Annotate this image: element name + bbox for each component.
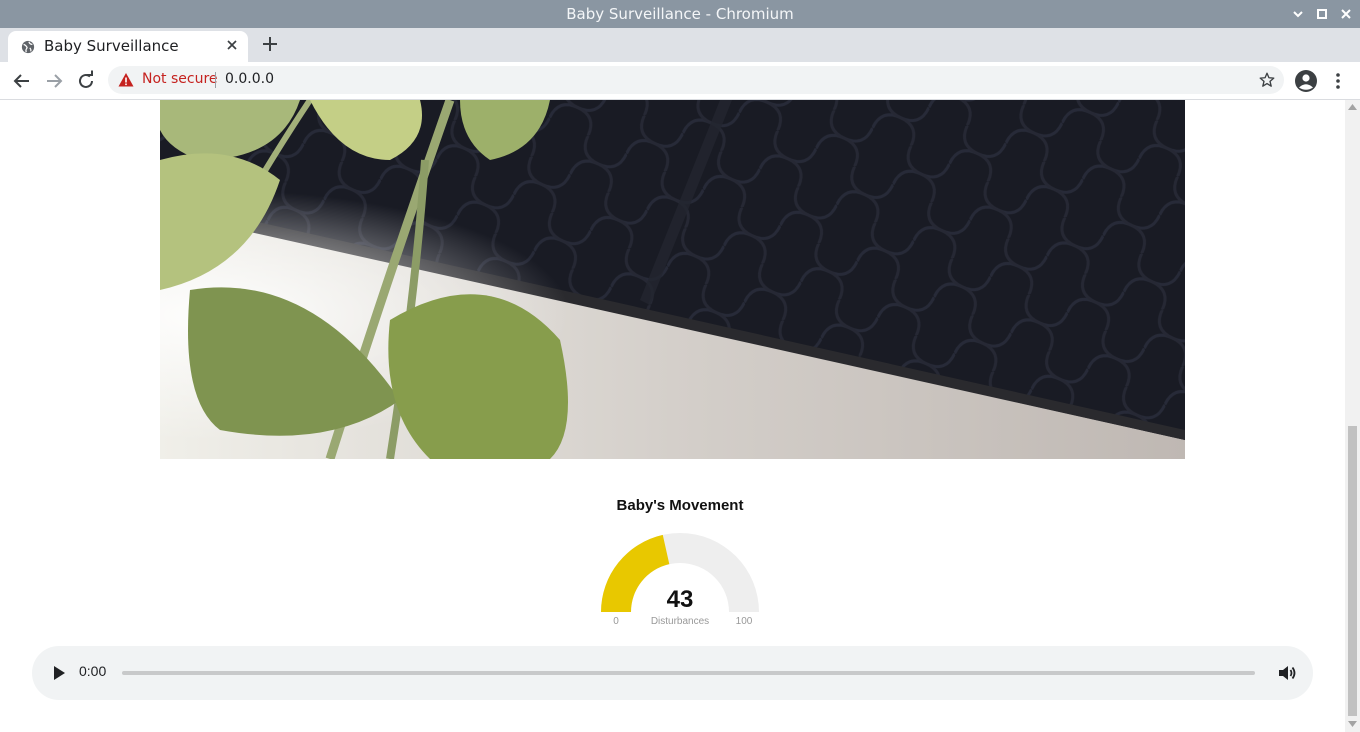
kebab-menu-icon[interactable] (1330, 69, 1346, 93)
gauge-value: 43 (666, 586, 694, 613)
security-label[interactable]: Not secure (142, 71, 218, 87)
movement-gauge (601, 533, 759, 612)
maximize-icon[interactable] (1314, 6, 1330, 22)
gauge-unit-label: Disturbances (650, 616, 710, 627)
address-bar[interactable]: Not secure 0.0.0.0 (108, 66, 1284, 94)
forward-arrow-icon[interactable] (42, 69, 66, 93)
audio-progress-bar[interactable] (122, 671, 1255, 675)
back-arrow-icon[interactable] (10, 69, 34, 93)
url-text[interactable]: 0.0.0.0 (225, 71, 274, 87)
divider (215, 72, 216, 88)
scrollbar-thumb[interactable] (1348, 426, 1357, 716)
browser-toolbar: Not secure 0.0.0.0 (0, 62, 1360, 100)
warning-icon (118, 73, 134, 87)
star-icon[interactable] (1258, 71, 1276, 89)
scroll-up-icon[interactable] (1348, 104, 1357, 110)
gauge-max-label: 100 (735, 616, 753, 627)
minimize-icon[interactable] (1290, 6, 1306, 22)
tab-title: Baby Surveillance (44, 37, 179, 55)
profile-icon[interactable] (1294, 69, 1318, 93)
close-icon[interactable] (224, 37, 240, 53)
page-viewport: Baby's Movement 43 0 Disturbances 100 0:… (0, 100, 1345, 732)
window-title: Baby Surveillance - Chromium (566, 5, 794, 23)
close-icon[interactable] (1338, 6, 1354, 22)
globe-icon (21, 40, 35, 54)
page-scrollbar[interactable] (1345, 100, 1360, 732)
audio-time: 0:00 (79, 663, 107, 679)
gauge-title: Baby's Movement (616, 497, 744, 514)
volume-icon[interactable] (1277, 663, 1297, 683)
audio-player: 0:00 (32, 646, 1313, 700)
scroll-down-icon[interactable] (1348, 721, 1357, 727)
window-titlebar: Baby Surveillance - Chromium (0, 0, 1360, 28)
reload-icon[interactable] (74, 69, 98, 93)
tab-strip: Baby Surveillance (0, 28, 1360, 62)
plus-icon[interactable] (259, 33, 281, 55)
tab-baby-surveillance[interactable]: Baby Surveillance (8, 31, 248, 62)
camera-feed (160, 100, 1185, 459)
play-icon[interactable] (52, 665, 66, 681)
